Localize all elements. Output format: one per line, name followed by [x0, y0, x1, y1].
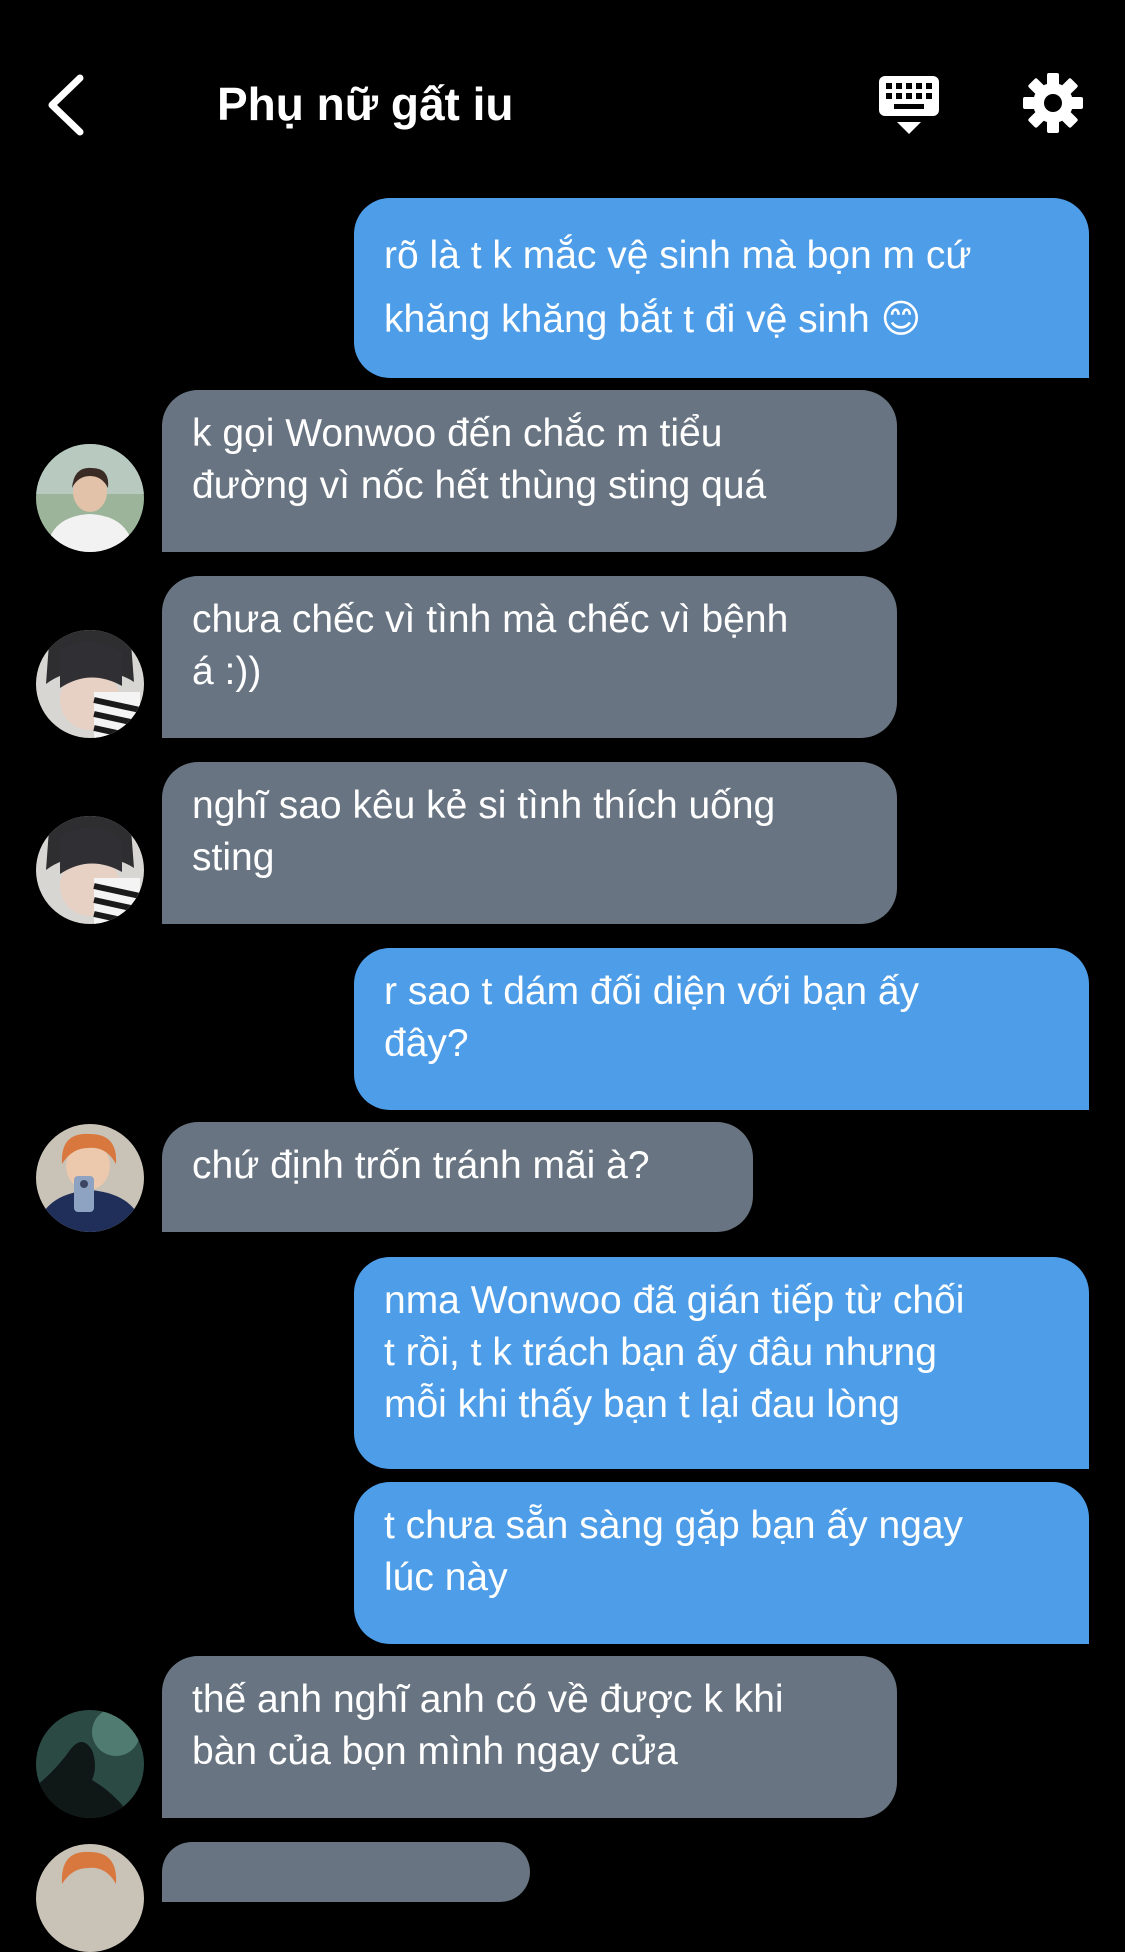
message-incoming[interactable]: chưa chếc vì tình mà chếc vì bệnh á :)) [162, 576, 897, 738]
message-text: t chưa sẵn sàng gặp bạn ấy ngay lúc này [384, 1504, 964, 1599]
message-text: chứ định trốn tránh mãi à? [192, 1144, 650, 1187]
message-outgoing[interactable]: nma Wonwoo đã gián tiếp từ chối t rồi, t… [354, 1257, 1089, 1469]
avatar[interactable] [36, 444, 144, 552]
avatar[interactable] [36, 816, 144, 924]
message-incoming[interactable]: nghĩ sao kêu kẻ si tình thích uống sting [162, 762, 897, 924]
message-incoming[interactable]: k gọi Wonwoo đến chắc m tiểu đường vì nố… [162, 390, 897, 552]
avatar-dark-teal-silhouette [36, 1710, 144, 1818]
chat-header: Phụ nữ gất iu [0, 0, 1125, 200]
message-incoming[interactable]: thế anh nghĩ anh có về được k khi bàn củ… [162, 1656, 897, 1818]
message-outgoing[interactable]: t chưa sẵn sàng gặp bạn ấy ngay lúc này [354, 1482, 1089, 1644]
avatar[interactable] [36, 1844, 144, 1952]
avatar[interactable] [36, 1710, 144, 1818]
gear-icon [1023, 73, 1083, 133]
settings-button[interactable] [1022, 70, 1084, 136]
message-text: r sao t dám đối diện với bạn ấy đây? [384, 970, 920, 1065]
message-text: nghĩ sao kêu kẻ si tình thích uống sting [192, 784, 776, 879]
avatar-orange-hair-partial [36, 1844, 144, 1952]
chat-title: Phụ nữ gất iu [217, 78, 514, 130]
message-outgoing[interactable]: r sao t dám đối diện với bạn ấy đây? [354, 948, 1089, 1110]
message-text: thế anh nghĩ anh có về được k khi bàn củ… [192, 1678, 784, 1773]
back-button[interactable] [42, 72, 92, 138]
avatar-boy-striped-mask [36, 630, 144, 738]
message-text: nma Wonwoo đã gián tiếp từ chối t rồi, t… [384, 1279, 965, 1426]
avatar[interactable] [36, 1124, 144, 1232]
keyboard-icon [879, 76, 939, 134]
message-outgoing[interactable]: rõ là t k mắc vệ sinh mà bọn m cứ khăng … [354, 198, 1089, 378]
avatar-boy-white-shirt [36, 444, 144, 552]
message-text: rõ là t k mắc vệ sinh mà bọn m cứ khăng … [384, 234, 972, 341]
message-text: chưa chếc vì tình mà chếc vì bệnh á :)) [192, 598, 789, 693]
keyboard-button[interactable] [876, 74, 942, 138]
avatar[interactable] [36, 630, 144, 738]
avatar-orange-hair-phone [36, 1124, 144, 1232]
message-text: k gọi Wonwoo đến chắc m tiểu đường vì nố… [192, 412, 767, 507]
avatar-boy-striped-mask [36, 816, 144, 924]
message-incoming[interactable]: chứ định trốn tránh mãi à? [162, 1122, 753, 1232]
chevron-left-icon [48, 74, 84, 136]
message-incoming[interactable] [162, 1842, 530, 1902]
